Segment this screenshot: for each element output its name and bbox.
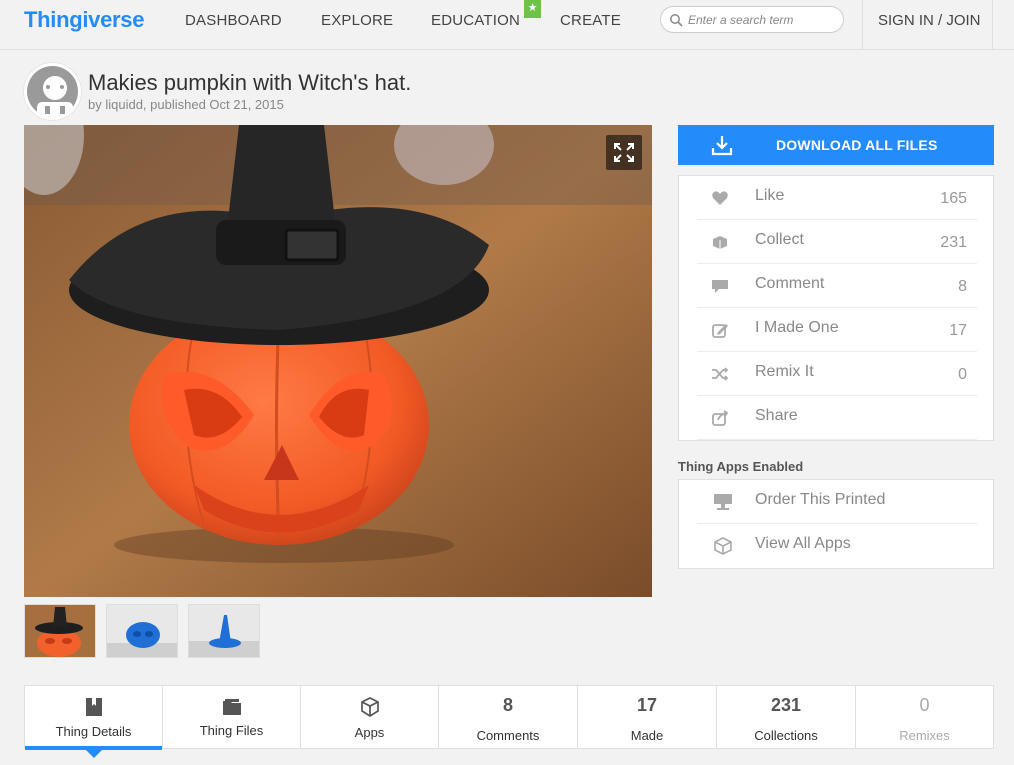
action-count: 0 (958, 366, 967, 383)
cube-icon (714, 537, 732, 555)
tab-apps[interactable]: Apps (301, 686, 439, 748)
search-box[interactable] (660, 6, 844, 33)
tab-label: Collections (754, 728, 818, 743)
tab-count: 8 (502, 695, 513, 715)
action-label: Collect (755, 231, 804, 248)
tab-label: Comments (476, 728, 540, 743)
thumbnail-image (107, 605, 177, 657)
tab-label: Apps (354, 725, 385, 740)
collect-action[interactable]: Collect 231 (697, 220, 977, 264)
nav-explore[interactable]: EXPLORE (321, 12, 393, 29)
share-action[interactable]: Share (697, 396, 977, 440)
nav-dashboard[interactable]: DASHBOARD (185, 12, 282, 29)
action-label: Comment (755, 275, 825, 292)
comment-action[interactable]: Comment 8 (697, 264, 977, 308)
comment-icon (712, 280, 728, 293)
tab-remixes[interactable]: 0 Remixes (856, 686, 993, 748)
byline[interactable]: by liquidd, published Oct 21, 2015 (88, 97, 284, 112)
heart-icon (712, 191, 728, 205)
made-icon (712, 324, 728, 338)
expand-icon (614, 143, 634, 162)
nav-create[interactable]: CREATE (560, 12, 621, 29)
thing-apps-panel: Order This Printed View All Apps (678, 479, 994, 569)
collect-icon (713, 236, 727, 249)
star-icon: ★ (524, 0, 541, 18)
printer-icon (714, 494, 732, 510)
thumbnail-1[interactable] (24, 604, 96, 658)
action-label: Remix It (755, 363, 814, 380)
order-this-printed-app[interactable]: Order This Printed (697, 480, 977, 524)
action-count: 17 (949, 322, 967, 339)
tab-label: Remixes (899, 728, 950, 743)
tab-comments[interactable]: 8 Comments (439, 686, 578, 748)
action-label: I Made One (755, 319, 839, 336)
tab-thing-details[interactable]: Thing Details (25, 686, 163, 758)
tab-count: 17 (636, 695, 658, 715)
thing-actions-panel: Like 165 Collect 231 Comment 8 I Made On… (678, 175, 994, 441)
tab-made[interactable]: 17 Made (578, 686, 717, 748)
cube-icon (361, 697, 379, 718)
action-count: 8 (958, 278, 967, 295)
tab-thing-files[interactable]: Thing Files (163, 686, 301, 748)
thumbnail-3[interactable] (188, 604, 260, 658)
tab-count: 231 (770, 695, 802, 715)
tab-label: Thing Details (55, 724, 132, 739)
pumpkin-photo (24, 125, 652, 597)
avatar[interactable] (24, 63, 81, 120)
action-label: Like (755, 187, 785, 204)
shuffle-icon (712, 367, 729, 381)
sign-in-join-link[interactable]: SIGN IN / JOIN (878, 12, 981, 29)
top-navigation-bar: Thingiverse DASHBOARD EXPLORE EDUCATION … (0, 0, 1014, 50)
tab-label: Thing Files (199, 723, 264, 738)
search-icon (670, 14, 683, 27)
tab-count: 0 (919, 695, 930, 715)
divider (992, 0, 993, 50)
action-label: Share (755, 407, 798, 424)
nav-education[interactable]: EDUCATION (431, 12, 520, 29)
view-all-apps-link[interactable]: View All Apps (697, 524, 977, 568)
app-label: Order This Printed (755, 491, 886, 508)
fullscreen-button[interactable] (606, 135, 642, 170)
thingiverse-logo[interactable]: Thingiverse (24, 7, 144, 33)
tab-label: Made (630, 728, 664, 743)
thumbnail-image (25, 605, 95, 657)
action-count: 165 (940, 190, 967, 207)
remix-it-action[interactable]: Remix It 0 (697, 352, 977, 396)
download-label: DOWNLOAD ALL FILES (776, 137, 938, 153)
book-icon (86, 698, 102, 716)
i-made-one-action[interactable]: I Made One 17 (697, 308, 977, 352)
download-icon (711, 136, 733, 156)
divider (862, 0, 863, 50)
like-action[interactable]: Like 165 (697, 176, 977, 220)
share-icon (712, 410, 729, 426)
thing-tabs: Thing Details Thing Files Apps 8 Comment… (24, 685, 994, 758)
active-tab-arrow (86, 750, 102, 758)
folder-icon (223, 699, 241, 715)
main-thing-image[interactable] (24, 125, 652, 597)
tab-collections[interactable]: 231 Collections (717, 686, 856, 748)
thumbnail-image (189, 605, 259, 657)
page-title: Makies pumpkin with Witch's hat. (88, 70, 412, 95)
app-label: View All Apps (755, 535, 851, 552)
download-all-files-button[interactable]: DOWNLOAD ALL FILES (678, 125, 994, 165)
search-input[interactable] (688, 10, 838, 29)
thumbnail-2[interactable] (106, 604, 178, 658)
thing-apps-heading: Thing Apps Enabled (678, 459, 804, 474)
action-count: 231 (940, 234, 967, 251)
default-avatar-icon (27, 66, 78, 117)
